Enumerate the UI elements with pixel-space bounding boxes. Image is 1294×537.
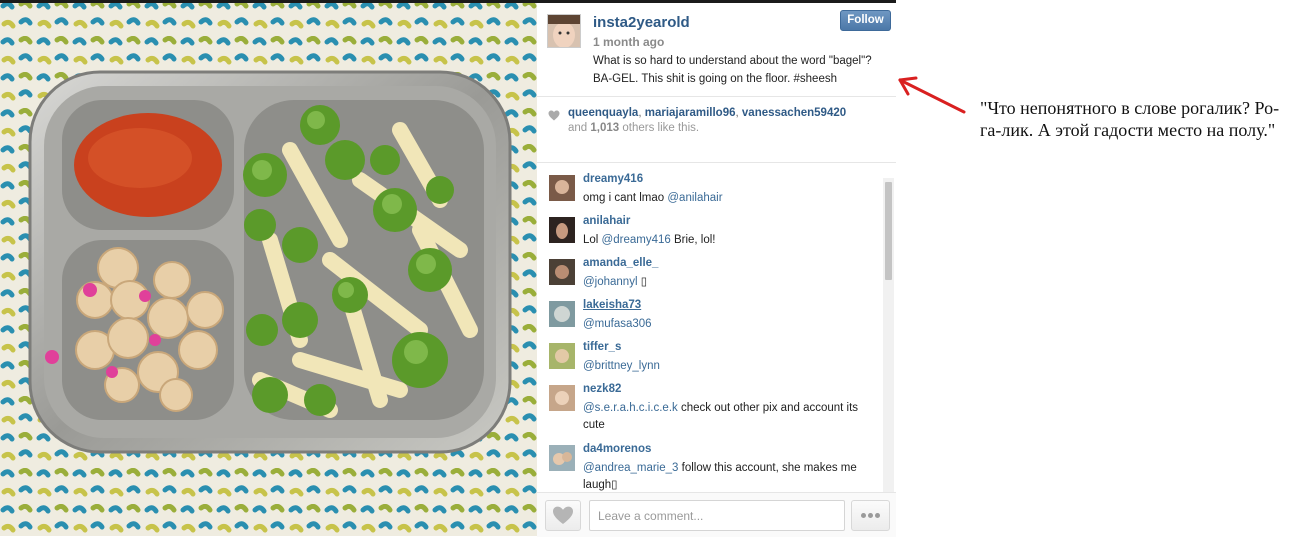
post-caption: What is so hard to understand about the … (593, 52, 893, 88)
avatar-image (548, 15, 580, 47)
comment-username[interactable]: dreamy416 (583, 173, 643, 185)
comment-mention[interactable]: @andrea_marie_3 (583, 462, 678, 474)
comment-text: Lol @dreamy416 Brie, lol! (583, 232, 873, 249)
post-timestamp[interactable]: 1 month ago (593, 35, 664, 49)
liker-separator: , (735, 107, 739, 119)
avatar[interactable] (549, 259, 575, 285)
like-button[interactable] (545, 500, 581, 531)
comment-body: omg i cant lmao (583, 192, 668, 204)
caption-line: What is so hard to understand about the … (593, 55, 872, 67)
comment-mention[interactable]: @mufasa306 (583, 318, 652, 330)
avatar[interactable] (549, 343, 575, 369)
likers-list: queenquayla, mariajaramillo96, vanessach… (568, 107, 846, 119)
liker-link[interactable]: mariajaramillo96 (645, 107, 736, 119)
likes-count[interactable]: 1,013 (590, 122, 619, 134)
post-header: insta2yearold 1 month ago Follow What is… (537, 3, 896, 97)
avatar[interactable] (547, 14, 581, 48)
post-side-panel: insta2yearold 1 month ago Follow What is… (537, 3, 896, 537)
heart-icon (548, 110, 560, 121)
post-photo (0, 0, 537, 536)
comment-username[interactable]: anilahair (583, 215, 630, 227)
comments-scrollbar[interactable] (883, 178, 894, 492)
comment-mention[interactable]: @brittney_lynn (583, 360, 660, 372)
avatar[interactable] (549, 301, 575, 327)
food-photo-image (0, 0, 537, 536)
comment-mention[interactable]: @dreamy416 (602, 234, 671, 246)
comment-username[interactable]: tiffer_s (583, 341, 621, 353)
red-arrow-icon (898, 76, 966, 114)
caption-line: BA-GEL. This shit is going on the floor.… (593, 73, 837, 85)
comment-text: omg i cant lmao @anilahair (583, 190, 873, 207)
avatar[interactable] (549, 217, 575, 243)
likes-section: queenquayla, mariajaramillo96, vanessach… (537, 97, 896, 163)
more-options-button[interactable] (851, 500, 890, 531)
likes-suffix: others like this. (622, 122, 700, 134)
translation-annotation: "Что непонятного в слове рогалик? Ро-га-… (980, 98, 1280, 140)
comment-mention[interactable]: @s.e.r.a.h.c.i.c.e.k (583, 402, 678, 414)
comment-body: Brie, lol! (670, 234, 716, 246)
comment-username[interactable]: da4morenos (583, 443, 651, 455)
comment-input[interactable] (589, 500, 845, 531)
comment-text: @s.e.r.a.h.c.i.c.e.k check out other pix… (583, 400, 873, 434)
comment-text: @mufasa306 (583, 316, 873, 333)
avatar[interactable] (549, 385, 575, 411)
comment-bar (537, 492, 896, 537)
follow-button[interactable]: Follow (840, 10, 891, 31)
avatar[interactable] (549, 445, 575, 471)
comment-username[interactable]: nezk82 (583, 383, 621, 395)
liker-link[interactable]: queenquayla (568, 107, 638, 119)
post-username[interactable]: insta2yearold (593, 14, 690, 31)
avatar[interactable] (549, 175, 575, 201)
comment-body: ▯ (637, 276, 648, 288)
comments-list: dreamy416 omg i cant lmao @anilahair ani… (537, 163, 896, 492)
comment-username[interactable]: amanda_elle_ (583, 257, 658, 269)
heart-icon (553, 506, 573, 524)
ellipsis-icon (861, 513, 880, 518)
likes-prefix: and (568, 122, 588, 134)
comment-text: @johannyl ▯ (583, 274, 873, 291)
liker-separator: , (638, 107, 642, 119)
scrollbar-thumb[interactable] (885, 182, 892, 280)
comment-mention[interactable]: @johannyl (583, 276, 638, 288)
comment-body: Lol (583, 234, 602, 246)
comment-text: @andrea_marie_3 follow this account, she… (583, 460, 873, 492)
liker-link[interactable]: vanessachen59420 (742, 107, 846, 119)
comment-text: @brittney_lynn (583, 358, 873, 375)
likes-count-text: and 1,013 others like this. (568, 122, 699, 134)
comment-mention[interactable]: @anilahair (667, 192, 722, 204)
comment-username[interactable]: lakeisha73 (583, 299, 641, 311)
